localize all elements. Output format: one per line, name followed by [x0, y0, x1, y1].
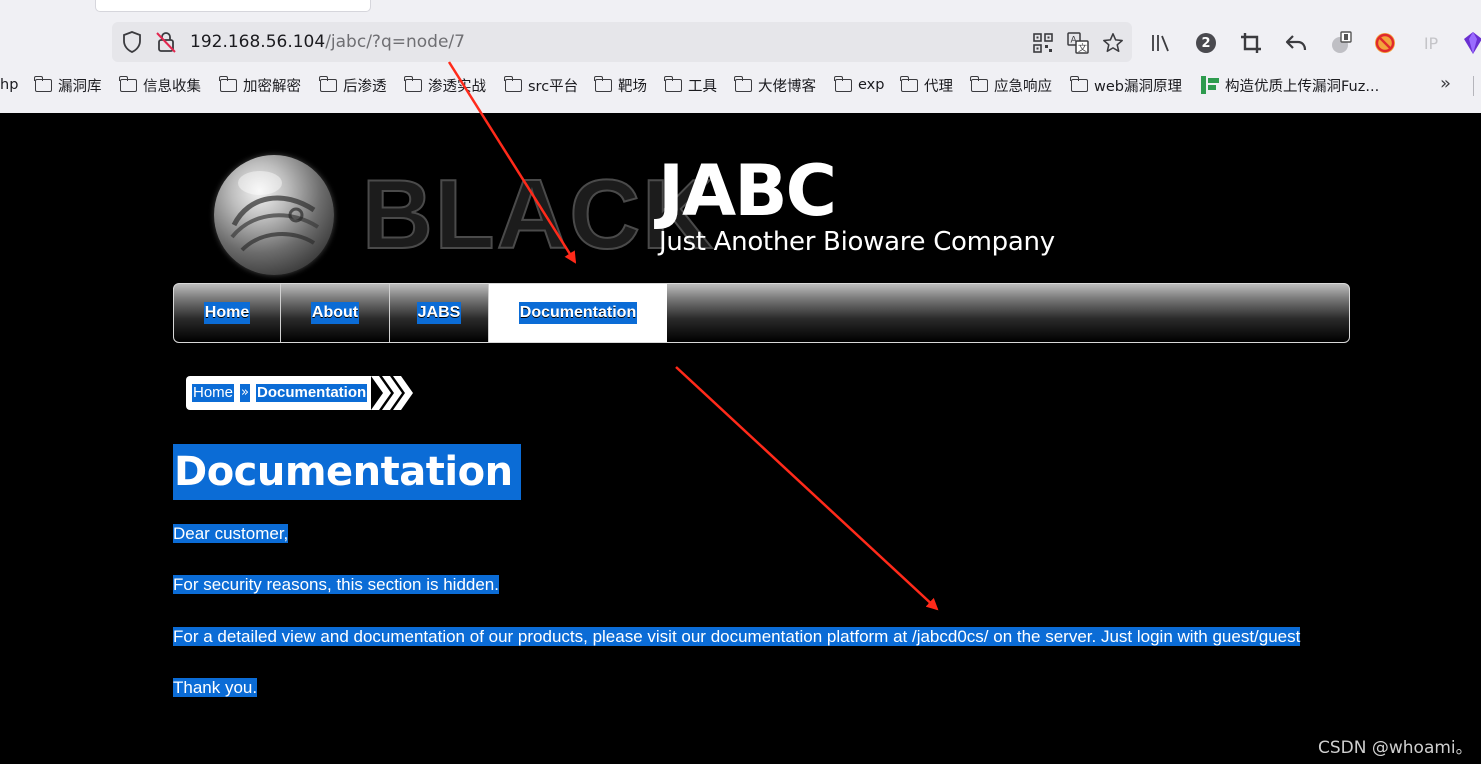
- bookmark-label: exp: [858, 77, 885, 93]
- url-host: 192.168.56.104: [190, 32, 326, 52]
- folder-icon: [1070, 75, 1088, 92]
- folder-icon: [119, 75, 137, 92]
- folder-icon: [900, 75, 918, 92]
- bookmark-label: web漏洞原理: [1094, 78, 1182, 95]
- nav-label: JABS: [416, 302, 462, 324]
- paragraph-text: Dear customer,: [173, 524, 289, 543]
- bookmark-folder[interactable]: web漏洞原理: [1070, 74, 1182, 96]
- bookmark-label: 构造优质上传漏洞Fuz...: [1225, 78, 1380, 95]
- bookmark-folder[interactable]: 渗透实战: [404, 74, 486, 96]
- bookmark-folder[interactable]: 应急响应: [970, 74, 1052, 96]
- paragraph: For a detailed view and documentation of…: [173, 626, 1301, 648]
- watermark: CSDN @whoami。: [1318, 738, 1473, 758]
- site-logo-icon: [1201, 76, 1219, 94]
- bookmark-site[interactable]: 构造优质上传漏洞Fuz...: [1201, 74, 1379, 96]
- badge-count: 2: [1201, 35, 1211, 51]
- paragraph-text: For security reasons, this section is hi…: [173, 575, 499, 594]
- nav-home[interactable]: Home: [174, 284, 281, 342]
- paragraph-text: For a detailed view and documentation of…: [173, 627, 1301, 646]
- folder-icon: [970, 75, 988, 92]
- breadcrumb-chevrons-icon: [371, 376, 414, 410]
- folder-icon: [219, 75, 237, 92]
- bookmark-label: 加密解密: [243, 78, 301, 95]
- paragraph: Dear customer,: [173, 523, 289, 545]
- bookmarks-bar: hp 漏洞库 信息收集 加密解密 后渗透 渗透实战 src平台 靶场 工具 大佬…: [0, 70, 1481, 100]
- bookmark-folder[interactable]: 加密解密: [219, 74, 301, 96]
- logo-sphere-icon[interactable]: [214, 155, 334, 275]
- site-slogan: Just Another Bioware Company: [659, 227, 1055, 257]
- nav-about[interactable]: About: [281, 284, 390, 342]
- crop-icon[interactable]: [1238, 30, 1264, 56]
- nav-label: Home: [203, 302, 251, 324]
- folder-icon: [404, 75, 422, 92]
- extension-icon[interactable]: [1328, 30, 1354, 56]
- bookmark-label: 应急响应: [994, 78, 1052, 95]
- bookmark-label: 信息收集: [143, 78, 201, 95]
- page-title: Documentation: [173, 444, 521, 500]
- bookmark-label: src平台: [528, 78, 579, 95]
- library-icon[interactable]: [1148, 30, 1174, 56]
- folder-icon: [504, 75, 522, 92]
- folder-icon: [319, 75, 337, 92]
- folder-icon: [34, 75, 52, 92]
- nav-documentation[interactable]: Documentation: [489, 284, 667, 342]
- bookmark-folder[interactable]: 漏洞库: [34, 74, 102, 96]
- qr-code-icon[interactable]: [1030, 30, 1056, 56]
- web-page: BLACK JABC Just Another Bioware Company …: [0, 113, 1481, 764]
- paragraph-text: Thank you.: [173, 678, 258, 697]
- nav-jabs[interactable]: JABS: [390, 284, 489, 342]
- breadcrumb-home[interactable]: Home: [192, 384, 235, 402]
- site-title[interactable]: JABC: [658, 151, 837, 231]
- bookmark-label: 漏洞库: [58, 78, 102, 95]
- folder-icon: [664, 75, 682, 92]
- translate-icon[interactable]: A文: [1065, 30, 1091, 56]
- svg-text:A: A: [1071, 36, 1078, 46]
- bookmarks-overflow-icon[interactable]: »: [1440, 73, 1451, 94]
- folder-icon: [594, 75, 612, 92]
- browser-chrome: 192.168.56.104/jabc/?q=node/7 A文 2 IP hp…: [0, 0, 1481, 113]
- bookmark-folder[interactable]: 大佬博客: [734, 74, 816, 96]
- blocked-icon[interactable]: [1372, 30, 1398, 56]
- shield-icon[interactable]: [121, 31, 143, 53]
- nav-label: About: [310, 302, 360, 324]
- active-tab[interactable]: [95, 0, 371, 12]
- bookmark-label: 渗透实战: [428, 78, 486, 95]
- folder-icon: [734, 75, 752, 92]
- bookmark-label: 靶场: [618, 78, 647, 95]
- ip-label: IP: [1423, 33, 1439, 53]
- undo-icon[interactable]: [1283, 30, 1309, 56]
- insecure-lock-icon[interactable]: [155, 31, 177, 53]
- bookmark-label: 代理: [924, 78, 953, 95]
- bookmark-hp[interactable]: hp: [0, 74, 18, 96]
- bookmark-folder[interactable]: 靶场: [594, 74, 647, 96]
- bookmark-label: hp: [0, 77, 19, 93]
- toolbar-divider: [1473, 76, 1474, 96]
- folder-icon: [834, 75, 852, 92]
- bookmark-label: 后渗透: [343, 78, 387, 95]
- bookmark-label: 大佬博客: [758, 78, 816, 95]
- paragraph: For security reasons, this section is hi…: [173, 574, 499, 596]
- breadcrumb: Home » Documentation: [186, 376, 414, 410]
- star-icon[interactable]: [1100, 30, 1126, 56]
- paragraph: Thank you.: [173, 677, 258, 699]
- badge-count-icon[interactable]: 2: [1193, 30, 1219, 56]
- bookmark-label: 工具: [688, 78, 717, 95]
- main-navigation: Home About JABS Documentation: [173, 283, 1350, 343]
- bookmark-folder[interactable]: 信息收集: [119, 74, 201, 96]
- bookmark-folder[interactable]: src平台: [504, 74, 579, 96]
- breadcrumb-current: Documentation: [255, 384, 368, 402]
- ip-icon[interactable]: IP: [1418, 30, 1444, 56]
- svg-text:文: 文: [1078, 42, 1087, 54]
- breadcrumb-separator: »: [240, 384, 250, 402]
- breadcrumb-box: Home » Documentation: [186, 376, 372, 410]
- url-text[interactable]: 192.168.56.104/jabc/?q=node/7: [190, 31, 465, 53]
- bookmark-folder[interactable]: exp: [834, 74, 885, 96]
- bookmark-folder[interactable]: 后渗透: [319, 74, 387, 96]
- gem-icon[interactable]: [1460, 30, 1481, 56]
- bookmark-folder[interactable]: 工具: [664, 74, 717, 96]
- bookmark-folder[interactable]: 代理: [900, 74, 953, 96]
- url-path: /jabc/?q=node/7: [325, 32, 465, 52]
- nav-label: Documentation: [518, 302, 638, 324]
